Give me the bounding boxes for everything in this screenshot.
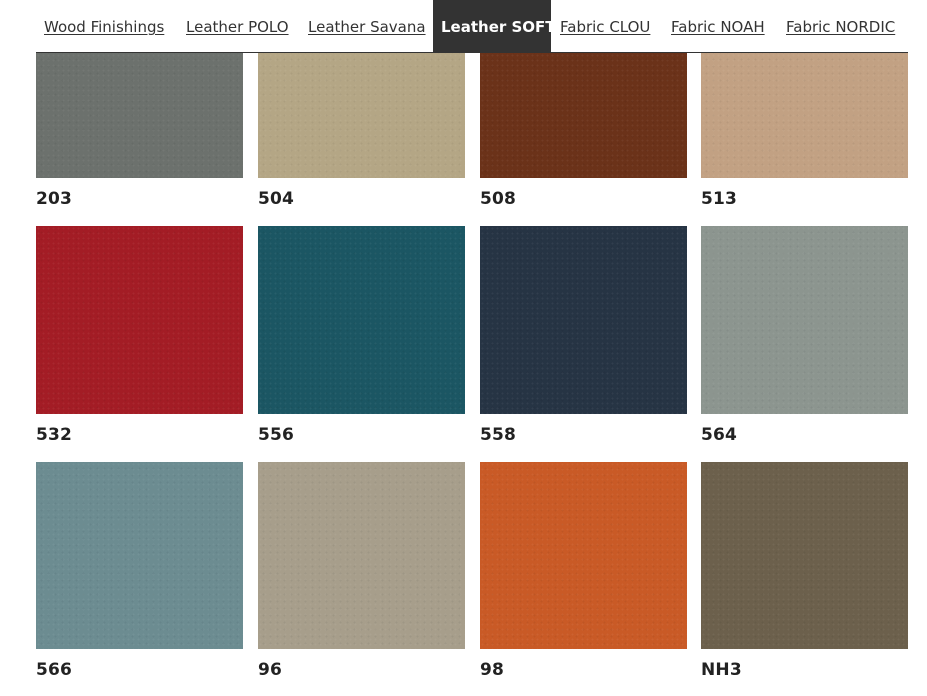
swatch-code: 504 [258, 189, 295, 209]
swatch-color-chip[interactable] [701, 226, 908, 414]
swatch-code: 508 [480, 189, 517, 209]
swatch-566[interactable]: 566 [36, 462, 243, 687]
tab-leather-soft[interactable]: Leather SOFT [433, 0, 556, 52]
swatch-code: 203 [36, 189, 73, 209]
swatch-nh3[interactable]: NH3 [701, 462, 908, 687]
swatch-color-chip[interactable] [701, 462, 908, 649]
swatch-code: 96 [258, 660, 283, 680]
swatch-code: 558 [480, 425, 517, 445]
swatch-203[interactable]: 203 [36, 53, 243, 213]
swatch-code: 566 [36, 660, 73, 680]
swatch-556[interactable]: 556 [258, 226, 465, 451]
swatch-code: 556 [258, 425, 295, 445]
finish-tabs: Wood Finishings Leather POLO Leather Sav… [0, 0, 927, 52]
tab-fabric-clou[interactable]: Fabric CLOU [560, 0, 650, 52]
tab-leather-savana[interactable]: Leather Savana [308, 0, 426, 52]
tab-fabric-noah[interactable]: Fabric NOAH [671, 0, 765, 52]
swatch-code: NH3 [701, 660, 742, 680]
swatch-564[interactable]: 564 [701, 226, 908, 451]
swatch-color-chip[interactable] [36, 53, 243, 178]
swatch-color-chip[interactable] [258, 53, 465, 178]
swatch-513[interactable]: 513 [701, 53, 908, 213]
swatch-color-chip[interactable] [480, 462, 687, 649]
swatch-color-chip[interactable] [480, 53, 687, 178]
swatch-code: 513 [701, 189, 738, 209]
swatch-code: 98 [480, 660, 505, 680]
swatch-color-chip[interactable] [258, 226, 465, 414]
swatch-558[interactable]: 558 [480, 226, 687, 451]
swatch-504[interactable]: 504 [258, 53, 465, 213]
swatch-color-chip[interactable] [480, 226, 687, 414]
tab-leather-polo[interactable]: Leather POLO [186, 0, 289, 52]
swatch-color-chip[interactable] [701, 53, 908, 178]
swatch-color-chip[interactable] [258, 462, 465, 649]
swatch-508[interactable]: 508 [480, 53, 687, 213]
tab-fabric-nordic[interactable]: Fabric NORDIC [786, 0, 895, 52]
swatch-532[interactable]: 532 [36, 226, 243, 451]
swatch-code: 564 [701, 425, 738, 445]
swatch-code: 532 [36, 425, 73, 445]
swatch-color-chip[interactable] [36, 226, 243, 414]
swatch-color-chip[interactable] [36, 462, 243, 649]
tab-wood-finishings[interactable]: Wood Finishings [44, 0, 164, 52]
swatch-96[interactable]: 96 [258, 462, 465, 687]
swatch-98[interactable]: 98 [480, 462, 687, 687]
